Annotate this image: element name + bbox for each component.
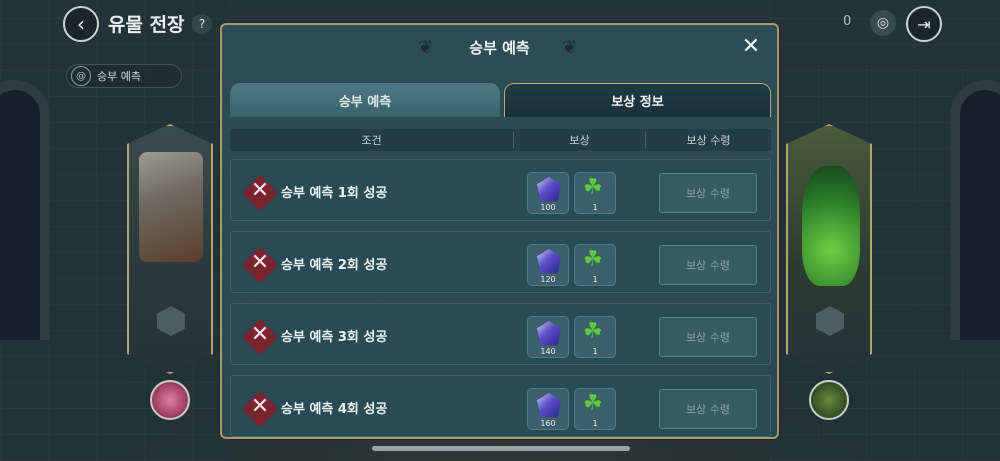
fail-x-icon: ✕	[250, 250, 270, 275]
close-icon[interactable]: ✕	[739, 35, 763, 59]
item-quantity: 160	[540, 419, 556, 428]
leaf-ornament-icon: ❦	[562, 37, 578, 58]
clover-icon: ☘	[583, 247, 603, 272]
clover-icon: ☘	[583, 319, 603, 344]
prediction-side-button[interactable]: @ 승부 예측	[66, 64, 182, 88]
item-quantity: 1	[592, 203, 598, 212]
crystal-reward-item[interactable]: 140	[527, 316, 569, 358]
spiral-icon: @	[71, 66, 91, 86]
column-reward: 보상	[514, 132, 646, 148]
item-quantity: 120	[540, 275, 556, 284]
condition-label: 승부 예측 3회 성공	[281, 330, 388, 345]
avatar-right[interactable]	[809, 380, 849, 420]
fail-x-icon: ✕	[250, 394, 270, 419]
table-row: ✕ 승부 예측 2회 성공 120 ☘ 1 보상 수령	[230, 231, 771, 293]
background-arch-left	[0, 80, 50, 340]
tab-reward-info[interactable]: 보상 정보	[504, 83, 771, 117]
reward-modal: ❦ 승부 예측 ❦ ✕ 승부 예측 보상 정보 조건 보상 보상 수령 ✕ 승부…	[220, 23, 779, 439]
emblem-icon	[816, 306, 844, 336]
tab-prediction[interactable]: 승부 예측	[230, 83, 500, 117]
fail-x-icon: ✕	[250, 322, 270, 347]
table-row: ✕ 승부 예측 1회 성공 100 ☘ 1 보상 수령	[230, 159, 771, 221]
leaf-ornament-icon: ❦	[418, 37, 434, 58]
reward-list[interactable]: ✕ 승부 예측 1회 성공 100 ☘ 1 보상 수령 ✕ 승부 예측 2회 성…	[230, 159, 771, 437]
crystal-reward-item[interactable]: 100	[527, 172, 569, 214]
column-condition: 조건	[230, 132, 514, 148]
clover-reward-item[interactable]: ☘ 1	[574, 316, 616, 358]
crystal-icon	[537, 177, 561, 201]
claim-button[interactable]: 보상 수령	[659, 317, 757, 357]
team-card-right	[786, 124, 872, 374]
condition-label: 승부 예측 4회 성공	[281, 402, 388, 417]
table-row: ✕ 승부 예측 3회 성공 140 ☘ 1 보상 수령	[230, 303, 771, 365]
target-icon[interactable]: ◎	[870, 10, 896, 36]
item-quantity: 1	[592, 275, 598, 284]
condition-label: 승부 예측 2회 성공	[281, 258, 388, 273]
crystal-reward-item[interactable]: 160	[527, 388, 569, 430]
item-quantity: 140	[540, 347, 556, 356]
fail-x-icon: ✕	[250, 178, 270, 203]
page-title: 유물 전장	[108, 14, 185, 36]
currency-count: 0	[843, 14, 852, 29]
item-quantity: 1	[592, 347, 598, 356]
table-row: ✕ 승부 예측 4회 성공 160 ☘ 1 보상 수령	[230, 375, 771, 437]
character-art-right	[802, 166, 860, 286]
claim-button[interactable]: 보상 수령	[659, 245, 757, 285]
background-arch-right	[950, 80, 1000, 340]
claim-button[interactable]: 보상 수령	[659, 173, 757, 213]
modal-title: 승부 예측	[469, 38, 530, 57]
crystal-reward-item[interactable]: 120	[527, 244, 569, 286]
clover-icon: ☘	[583, 175, 603, 200]
item-quantity: 100	[540, 203, 556, 212]
column-claim: 보상 수령	[686, 134, 731, 147]
crystal-icon	[537, 249, 561, 273]
team-card-left	[127, 124, 213, 374]
clover-reward-item[interactable]: ☘ 1	[574, 388, 616, 430]
home-indicator[interactable]	[372, 446, 630, 451]
prediction-side-label: 승부 예측	[97, 70, 141, 83]
back-arrow-icon: ‹	[77, 12, 85, 36]
exit-button[interactable]: ⇥	[906, 6, 942, 42]
exit-icon: ⇥	[917, 14, 931, 34]
clover-reward-item[interactable]: ☘ 1	[574, 244, 616, 286]
clover-icon: ☘	[583, 391, 603, 416]
emblem-icon	[157, 306, 185, 336]
claim-button[interactable]: 보상 수령	[659, 389, 757, 429]
clover-reward-item[interactable]: ☘ 1	[574, 172, 616, 214]
avatar-left[interactable]	[150, 380, 190, 420]
back-button[interactable]: ‹	[63, 6, 99, 42]
table-header: 조건 보상 보상 수령	[230, 129, 771, 151]
modal-header: ❦ 승부 예측 ❦	[222, 25, 777, 69]
condition-label: 승부 예측 1회 성공	[281, 186, 388, 201]
help-button[interactable]: ?	[192, 14, 212, 34]
character-art-left	[139, 152, 203, 262]
crystal-icon	[537, 321, 561, 345]
item-quantity: 1	[592, 419, 598, 428]
crystal-icon	[537, 393, 561, 417]
